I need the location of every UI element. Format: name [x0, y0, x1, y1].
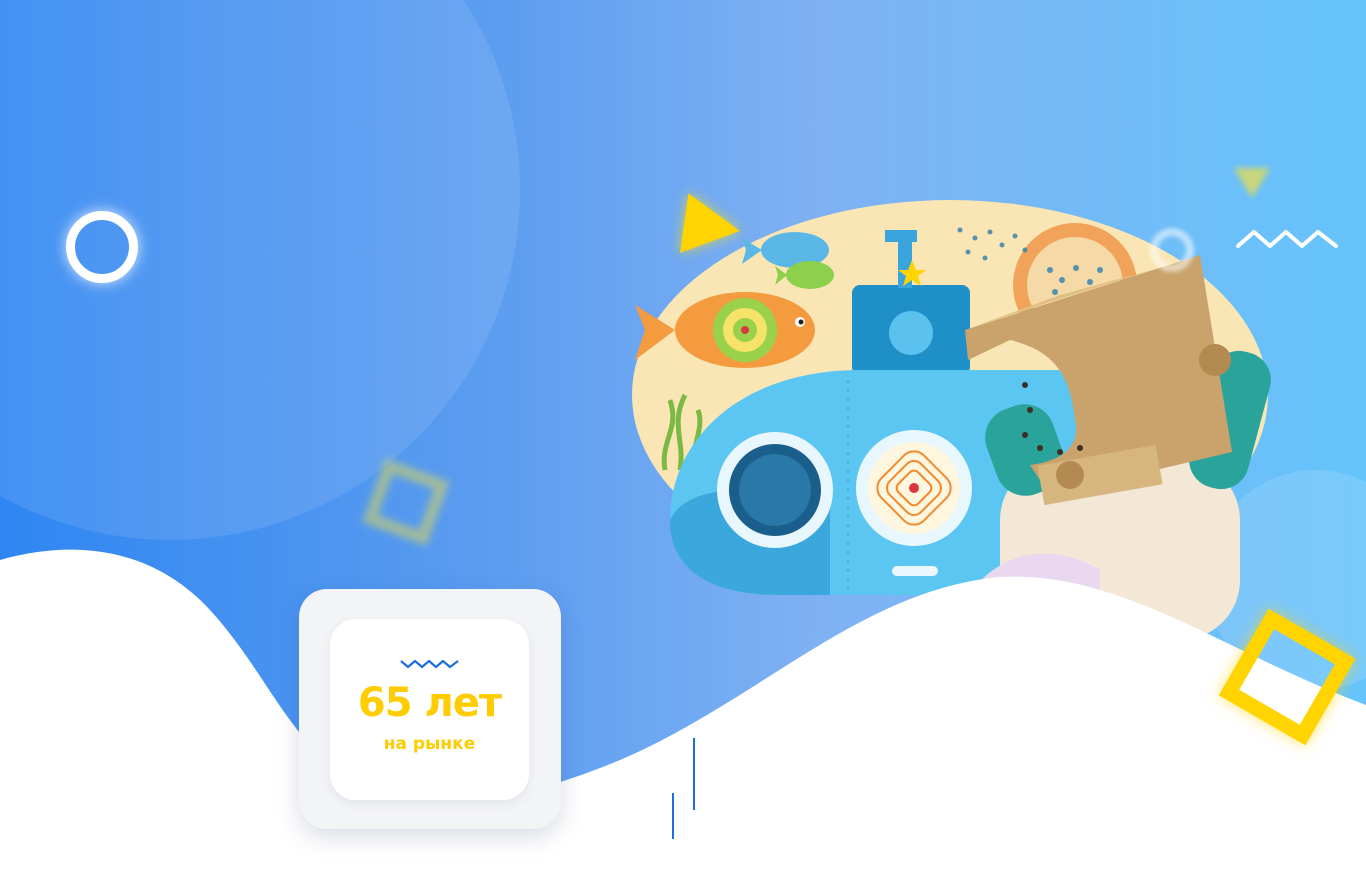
- divider-line: [672, 793, 674, 839]
- years-badge-inner: 65 лет на рынке: [330, 619, 529, 800]
- triangle-icon: [680, 193, 744, 261]
- zigzag-icon: [1236, 230, 1338, 248]
- ring-icon: [66, 211, 138, 283]
- wave-shape: [0, 549, 1366, 886]
- triangle-icon: [1234, 168, 1270, 198]
- years-caption: на рынке: [383, 734, 476, 754]
- years-count: 65 лет: [357, 680, 502, 726]
- divider-line: [693, 738, 695, 810]
- ring-icon: [1150, 228, 1194, 272]
- years-badge: 65 лет на рынке: [299, 589, 561, 829]
- hero-section: 65 лет на рынке: [0, 0, 1366, 886]
- zigzag-icon: [400, 659, 459, 669]
